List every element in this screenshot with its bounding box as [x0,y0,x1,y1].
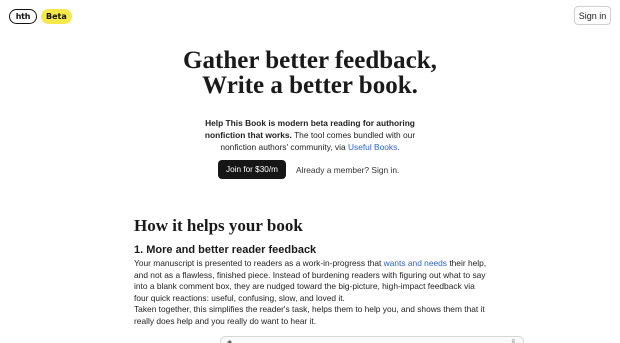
logo[interactable]: hth Beta [9,8,72,24]
preview-screenshot: ◉ ≡ [220,336,524,343]
beta-badge: Beta [41,8,72,24]
hero-title-line-1: Gather better feedback, [183,47,437,74]
sign-in-button[interactable]: Sign in [574,6,611,25]
section-title: How it helps your book [134,216,303,235]
section-subtitle: 1. More and better reader feedback [134,244,317,256]
hero-title-line-2: Write a better book. [202,72,418,99]
section-body: Your manuscript is presented to readers … [134,258,490,328]
useful-books-link[interactable]: Useful Books [348,142,397,152]
preview-menu-icon: ≡ [511,339,515,343]
preview-icon: ◉ [227,340,233,343]
intro-end: . [397,142,400,152]
member-sign-in-link[interactable]: Already a member? Sign in. [296,165,399,175]
intro-text: Help This Book is modern beta reading fo… [200,117,420,153]
hero-title: Gather better feedback, Write a better b… [0,48,620,98]
cta-row: Join for $30/m Already a member? Sign in… [218,160,399,179]
paragraph-2: Taken together, this simplifies the read… [134,304,485,326]
wants-and-needs-link[interactable]: wants and needs [384,258,447,268]
logo-mark: hth [9,8,37,24]
paragraph-1: Your manuscript is presented to readers … [134,258,490,304]
join-button[interactable]: Join for $30/m [218,160,286,179]
p1-text-a: Your manuscript is presented to readers … [134,258,384,268]
